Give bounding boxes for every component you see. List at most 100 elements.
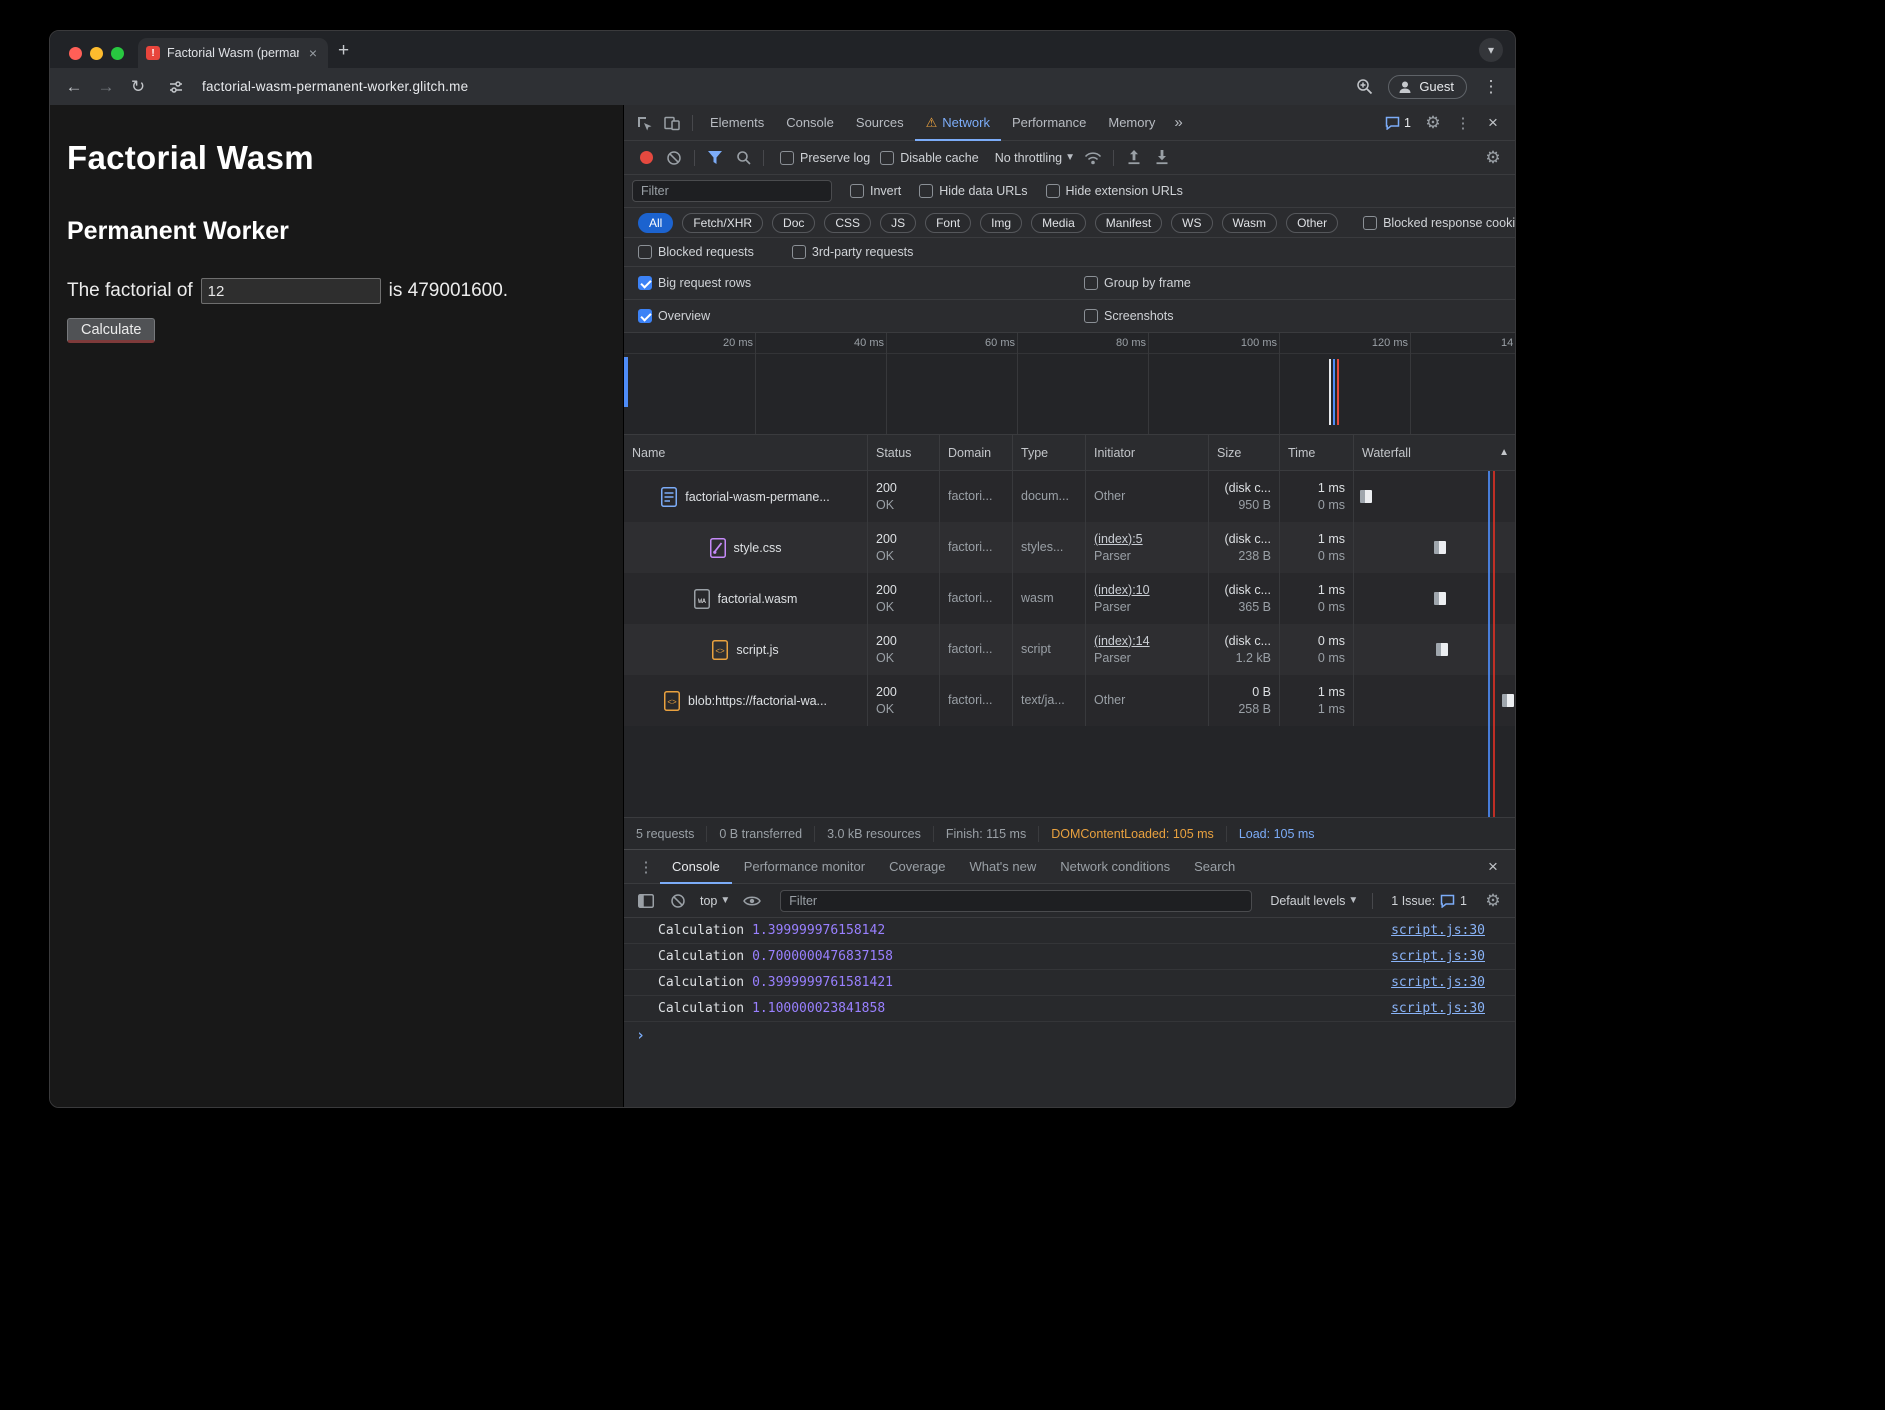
devtools-menu-icon[interactable]: ⋮: [1449, 110, 1477, 136]
throttling-dropdown[interactable]: No throttling ▼: [991, 151, 1079, 165]
back-button[interactable]: ←: [60, 73, 88, 101]
export-har-icon[interactable]: [1148, 145, 1176, 171]
browser-tab[interactable]: ! Factorial Wasm (permanent W ×: [138, 38, 328, 68]
disable-cache-checkbox[interactable]: Disable cache: [880, 151, 979, 165]
screenshots-checkbox[interactable]: Screenshots: [1084, 309, 1173, 323]
filter-toggle-icon[interactable]: [701, 145, 729, 171]
column-header-waterfall[interactable]: Waterfall ▲: [1354, 435, 1515, 470]
execution-context-dropdown[interactable]: top ▼: [696, 894, 734, 908]
close-window-button[interactable]: [69, 47, 82, 60]
hide-extension-urls-checkbox[interactable]: Hide extension URLs: [1046, 184, 1183, 198]
invert-checkbox[interactable]: Invert: [850, 184, 901, 198]
filter-chip-font[interactable]: Font: [925, 213, 971, 233]
column-header-size[interactable]: Size: [1209, 435, 1280, 470]
log-levels-dropdown[interactable]: Default levels ▼: [1266, 894, 1362, 908]
inspect-element-icon[interactable]: [630, 110, 658, 136]
devtools-tab-performance[interactable]: Performance: [1001, 105, 1097, 141]
initiator-link[interactable]: (index):10: [1094, 583, 1150, 597]
third-party-requests-checkbox[interactable]: 3rd-party requests: [792, 245, 913, 259]
overview-checkbox[interactable]: Overview: [638, 309, 710, 323]
blocked-response-cookies-checkbox[interactable]: Blocked response cookies: [1363, 216, 1516, 230]
drawer-tab-network-conditions[interactable]: Network conditions: [1048, 850, 1182, 884]
drawer-menu-icon[interactable]: ⋮: [632, 854, 660, 880]
drawer-tab-coverage[interactable]: Coverage: [877, 850, 957, 884]
preserve-log-checkbox[interactable]: Preserve log: [780, 151, 870, 165]
filter-chip-ws[interactable]: WS: [1171, 213, 1212, 233]
source-link[interactable]: script.js:30: [1391, 1001, 1485, 1016]
zoom-indicator-icon[interactable]: [1350, 74, 1378, 100]
profile-button[interactable]: Guest: [1388, 75, 1467, 99]
new-tab-button[interactable]: +: [328, 40, 359, 68]
console-sidebar-icon[interactable]: [632, 888, 660, 914]
filter-chip-media[interactable]: Media: [1031, 213, 1086, 233]
filter-chip-css[interactable]: CSS: [824, 213, 871, 233]
network-settings-icon[interactable]: ⚙: [1479, 145, 1507, 171]
column-header-initiator[interactable]: Initiator: [1086, 435, 1209, 470]
initiator-link[interactable]: (index):14: [1094, 634, 1150, 648]
devtools-close-icon[interactable]: ×: [1479, 110, 1507, 136]
address-bar[interactable]: factorial-wasm-permanent-worker.glitch.m…: [202, 79, 1346, 94]
table-row[interactable]: style.css 200OK factori... styles... (in…: [624, 522, 1515, 573]
timeline-selection-handle[interactable]: [624, 357, 628, 407]
filter-chip-manifest[interactable]: Manifest: [1095, 213, 1162, 233]
record-network-log-button[interactable]: [632, 145, 660, 171]
network-overview-timeline[interactable]: 20 ms 40 ms 60 ms 80 ms 100 ms 120 ms 14: [624, 333, 1515, 435]
column-header-time[interactable]: Time: [1280, 435, 1354, 470]
table-row[interactable]: WA factorial.wasm 200OK factori... wasm …: [624, 573, 1515, 624]
big-request-rows-checkbox[interactable]: Big request rows: [638, 276, 751, 290]
source-link[interactable]: script.js:30: [1391, 923, 1485, 938]
network-conditions-icon[interactable]: [1079, 145, 1107, 171]
filter-chip-wasm[interactable]: Wasm: [1222, 213, 1278, 233]
devtools-settings-icon[interactable]: ⚙: [1419, 110, 1447, 136]
source-link[interactable]: script.js:30: [1391, 949, 1485, 964]
search-network-icon[interactable]: [729, 145, 757, 171]
column-header-domain[interactable]: Domain: [940, 435, 1013, 470]
group-by-frame-checkbox[interactable]: Group by frame: [1084, 276, 1191, 290]
devtools-tab-sources[interactable]: Sources: [845, 105, 915, 141]
filter-chip-other[interactable]: Other: [1286, 213, 1338, 233]
table-row[interactable]: factorial-wasm-permane... 200OK factori.…: [624, 471, 1515, 522]
devtools-tab-console[interactable]: Console: [775, 105, 845, 141]
drawer-tab-whats-new[interactable]: What's new: [957, 850, 1048, 884]
factorial-input[interactable]: [201, 278, 381, 304]
minimize-window-button[interactable]: [90, 47, 103, 60]
console-settings-icon[interactable]: ⚙: [1479, 888, 1507, 914]
filter-chip-img[interactable]: Img: [980, 213, 1022, 233]
table-row[interactable]: <> script.js 200OK factori... script (in…: [624, 624, 1515, 675]
source-link[interactable]: script.js:30: [1391, 975, 1485, 990]
site-info-icon[interactable]: [162, 74, 190, 100]
console-prompt[interactable]: ›: [624, 1022, 1515, 1048]
clear-network-log-icon[interactable]: [660, 145, 688, 171]
drawer-tab-performance-monitor[interactable]: Performance monitor: [732, 850, 877, 884]
console-messages-indicator[interactable]: 1: [1379, 116, 1417, 130]
forward-button[interactable]: →: [92, 73, 120, 101]
device-toolbar-icon[interactable]: [658, 110, 686, 136]
drawer-tab-console[interactable]: Console: [660, 850, 732, 884]
column-header-name[interactable]: Name: [624, 435, 868, 470]
devtools-tab-memory[interactable]: Memory: [1097, 105, 1166, 141]
filter-chip-fetch-xhr[interactable]: Fetch/XHR: [682, 213, 763, 233]
more-tabs-icon[interactable]: »: [1166, 114, 1190, 131]
hide-data-urls-checkbox[interactable]: Hide data URLs: [919, 184, 1027, 198]
browser-menu-icon[interactable]: ⋮: [1477, 73, 1505, 101]
filter-chip-js[interactable]: JS: [880, 213, 916, 233]
column-header-type[interactable]: Type: [1013, 435, 1086, 470]
clear-console-icon[interactable]: [664, 888, 692, 914]
eye-icon[interactable]: [738, 888, 766, 914]
issues-counter[interactable]: 1 Issue: 1: [1383, 894, 1475, 908]
fullscreen-window-button[interactable]: [111, 47, 124, 60]
import-har-icon[interactable]: [1120, 145, 1148, 171]
console-filter-input[interactable]: [780, 890, 1252, 912]
drawer-close-icon[interactable]: ×: [1479, 854, 1507, 880]
tab-search-button[interactable]: ▾: [1479, 38, 1503, 62]
drawer-tab-search[interactable]: Search: [1182, 850, 1247, 884]
reload-button[interactable]: ↻: [124, 73, 152, 101]
network-filter-input[interactable]: [632, 180, 832, 202]
devtools-tab-network[interactable]: ⚠ Network: [915, 105, 1001, 141]
calculate-button[interactable]: Calculate: [67, 318, 155, 343]
devtools-tab-elements[interactable]: Elements: [699, 105, 775, 141]
column-header-status[interactable]: Status: [868, 435, 940, 470]
initiator-link[interactable]: (index):5: [1094, 532, 1143, 546]
tab-close-icon[interactable]: ×: [306, 44, 320, 62]
table-row[interactable]: <> blob:https://factorial-wa... 200OK fa…: [624, 675, 1515, 726]
